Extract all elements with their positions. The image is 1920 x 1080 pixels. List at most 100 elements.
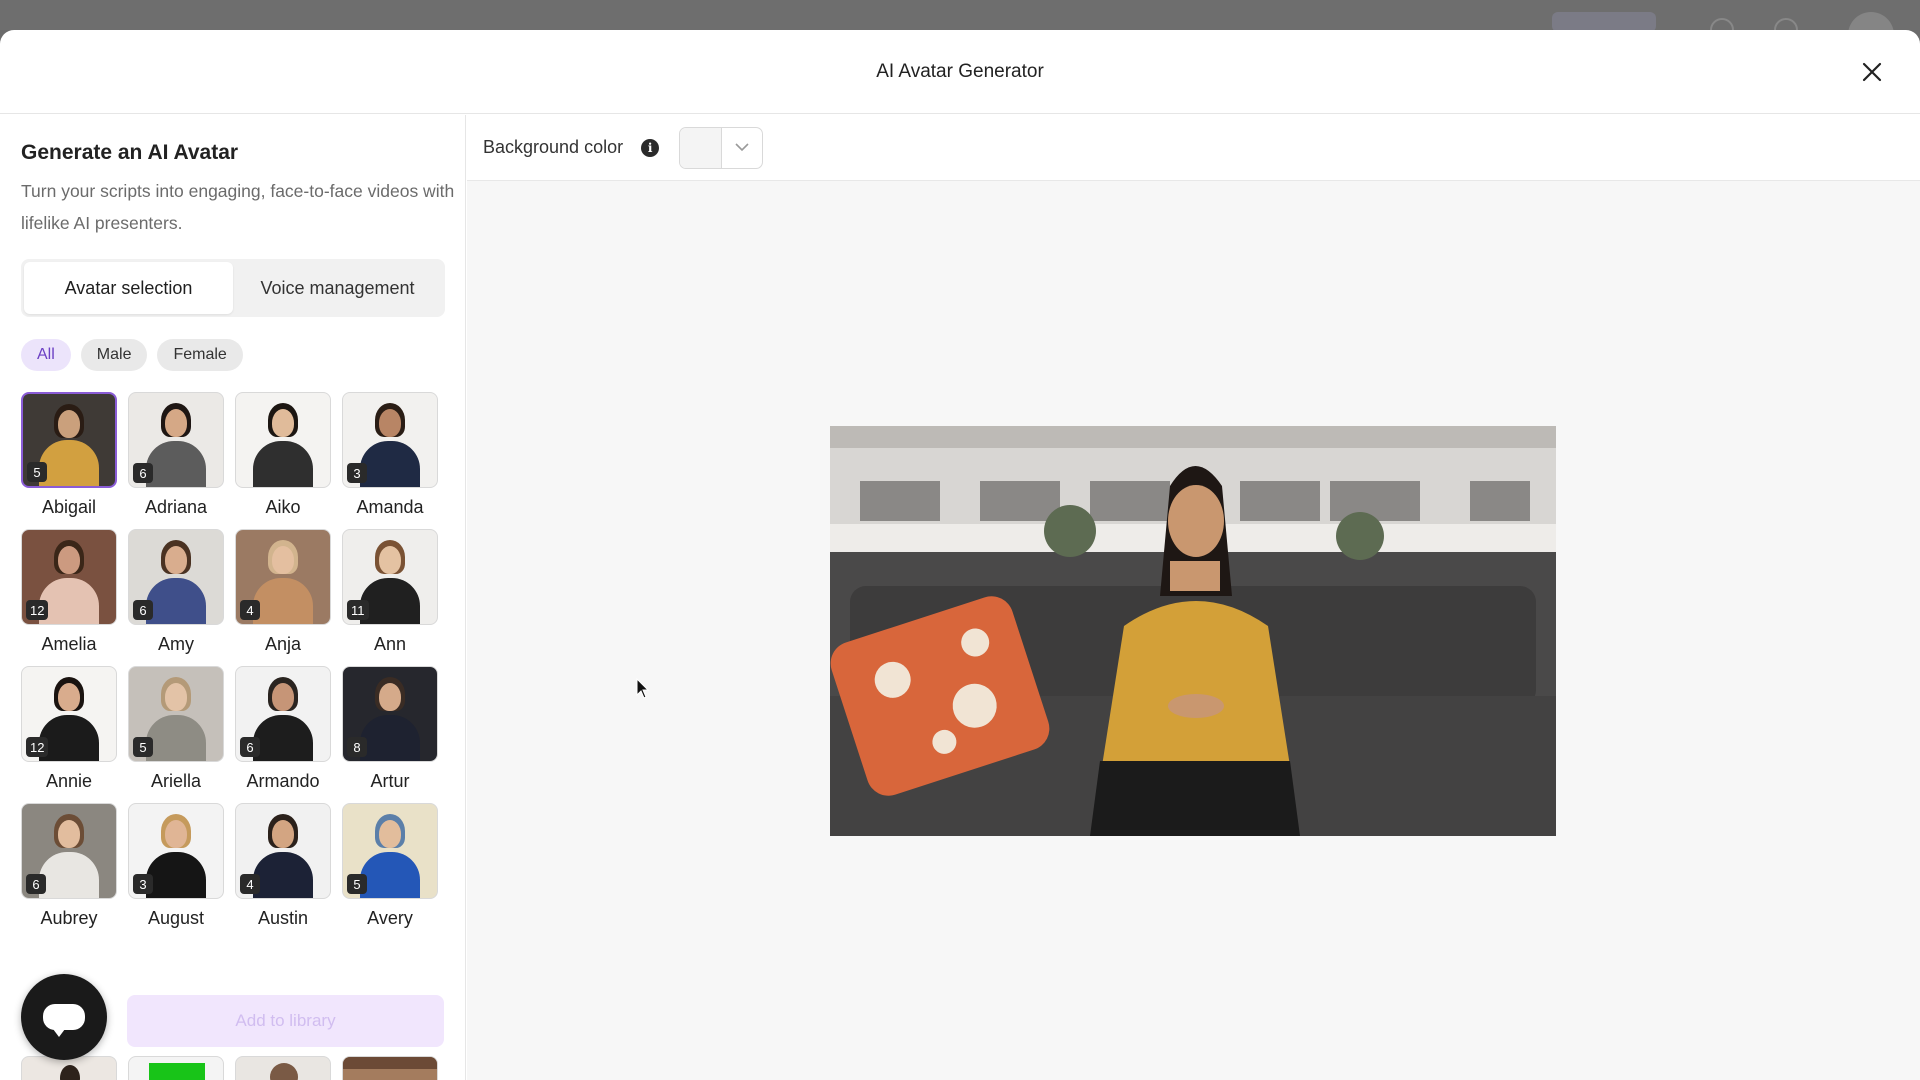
add-to-library-button[interactable]: Add to library bbox=[127, 995, 444, 1047]
avatar-card-amelia[interactable]: 12 Amelia bbox=[21, 529, 117, 666]
avatar-thumbnail: 5 bbox=[342, 803, 438, 899]
chevron-down-icon bbox=[722, 128, 762, 168]
avatar-head bbox=[58, 683, 80, 711]
preview-toolbar: Background color i bbox=[467, 115, 1920, 181]
avatar-card-armando[interactable]: 6 Armando bbox=[235, 666, 331, 803]
avatar-card-aiko[interactable]: Aiko bbox=[235, 392, 331, 529]
avatar-thumbnail[interactable] bbox=[128, 1056, 224, 1080]
avatar-card-adriana[interactable]: 6 Adriana bbox=[128, 392, 224, 529]
chat-support-button[interactable] bbox=[21, 974, 107, 1060]
avatar-head bbox=[379, 820, 401, 848]
avatar-head bbox=[165, 820, 187, 848]
variant-count-badge: 4 bbox=[240, 874, 260, 894]
background-color-label: Background color bbox=[483, 137, 624, 157]
avatar-thumbnail: 3 bbox=[342, 392, 438, 488]
avatar-card-amy[interactable]: 6 Amy bbox=[128, 529, 224, 666]
avatar-body bbox=[39, 852, 99, 898]
avatar-head bbox=[272, 546, 294, 574]
avatar-thumbnail: 11 bbox=[342, 529, 438, 625]
avatar-card-artur[interactable]: 8 Artur bbox=[342, 666, 438, 803]
app-backdrop bbox=[0, 0, 1920, 58]
avatar-preview-image bbox=[830, 426, 1556, 836]
variant-count-badge: 5 bbox=[347, 874, 367, 894]
avatar-name: Amy bbox=[158, 634, 194, 654]
avatar-card-ann[interactable]: 11 Ann bbox=[342, 529, 438, 666]
avatar-name: Artur bbox=[370, 771, 410, 791]
preview-panel: Background color i bbox=[467, 115, 1920, 1080]
avatar-card-austin[interactable]: 4 Austin bbox=[235, 803, 331, 940]
avatar-card-aubrey[interactable]: 6 Aubrey bbox=[21, 803, 117, 940]
avatar-thumbnail: 8 bbox=[342, 666, 438, 762]
variant-count-badge: 3 bbox=[133, 874, 153, 894]
avatar-thumbnail: 12 bbox=[21, 529, 117, 625]
avatar-head bbox=[58, 820, 80, 848]
avatar-name: Austin bbox=[257, 908, 309, 928]
variant-count-badge: 8 bbox=[347, 737, 367, 757]
avatar-body bbox=[360, 578, 420, 624]
variant-count-badge: 6 bbox=[240, 737, 260, 757]
variant-count-badge: 12 bbox=[26, 737, 49, 757]
avatar-name: Adriana bbox=[144, 497, 208, 517]
filter-chip-male[interactable]: Male bbox=[80, 339, 148, 371]
avatar-name: Annie bbox=[45, 771, 93, 791]
mouse-cursor-icon bbox=[636, 678, 650, 699]
avatar-card-amanda[interactable]: 3 Amanda bbox=[342, 392, 438, 529]
avatar-name: Aubrey bbox=[40, 908, 98, 928]
info-icon[interactable]: i bbox=[641, 138, 660, 157]
avatar-card-anja[interactable]: 4 Anja bbox=[235, 529, 331, 666]
avatar-card-ariella[interactable]: 5 Ariella bbox=[128, 666, 224, 803]
avatar-head bbox=[165, 546, 187, 574]
avatar-body bbox=[39, 578, 99, 624]
close-icon[interactable] bbox=[1858, 58, 1886, 86]
variant-count-badge: 5 bbox=[133, 737, 153, 757]
chat-icon bbox=[43, 1004, 85, 1037]
avatar-body bbox=[39, 440, 99, 486]
avatar-body bbox=[360, 852, 420, 898]
avatar-name: Abigail bbox=[41, 497, 97, 517]
variant-count-badge: 4 bbox=[240, 600, 260, 620]
avatar-head bbox=[272, 820, 294, 848]
variant-count-badge: 6 bbox=[26, 874, 46, 894]
sidebar-description: Turn your scripts into engaging, face-to… bbox=[21, 181, 455, 233]
avatar-body bbox=[39, 715, 99, 761]
avatar-thumbnail[interactable] bbox=[342, 1056, 438, 1080]
avatar-card-annie[interactable]: 12 Annie bbox=[21, 666, 117, 803]
avatar-thumbnail: 4 bbox=[235, 803, 331, 899]
modal-header: AI Avatar Generator bbox=[0, 30, 1920, 114]
variant-count-badge: 5 bbox=[27, 462, 47, 482]
avatar-thumbnail bbox=[235, 392, 331, 488]
avatar-head bbox=[272, 409, 294, 437]
avatar-body bbox=[146, 715, 206, 761]
filter-chip-female[interactable]: Female bbox=[157, 339, 243, 371]
filter-chip-all[interactable]: All bbox=[21, 339, 71, 371]
avatar-name: August bbox=[147, 908, 205, 928]
tab-avatar-selection[interactable]: Avatar selection bbox=[24, 262, 233, 314]
avatar-thumbnail: 6 bbox=[128, 529, 224, 625]
avatar-thumbnail: 6 bbox=[128, 392, 224, 488]
avatar-head bbox=[58, 546, 80, 574]
color-swatch bbox=[680, 127, 723, 168]
avatar-thumbnail: 5 bbox=[21, 392, 117, 488]
avatar-head bbox=[379, 683, 401, 711]
avatar-thumbnail[interactable] bbox=[235, 1056, 331, 1080]
avatar-thumbnail: 6 bbox=[21, 803, 117, 899]
avatar-card-abigail[interactable]: 5 Abigail bbox=[21, 392, 117, 529]
avatar-grid: 5 Abigail 6 Adriana Aiko 3 Amanda 12 Amelia 6 Amy 4… bbox=[21, 392, 451, 940]
avatar-body bbox=[253, 715, 313, 761]
avatar-thumbnail: 6 bbox=[235, 666, 331, 762]
avatar-head bbox=[379, 409, 401, 437]
avatar-card-august[interactable]: 3 August bbox=[128, 803, 224, 940]
avatar-card-avery[interactable]: 5 Avery bbox=[342, 803, 438, 940]
tab-group: Avatar selection Voice management bbox=[21, 259, 445, 317]
avatar-head bbox=[272, 683, 294, 711]
gender-filters: All Male Female bbox=[21, 339, 243, 371]
avatar-body bbox=[146, 441, 206, 487]
backdrop-button bbox=[1552, 12, 1656, 32]
avatar-name: Ann bbox=[373, 634, 407, 654]
avatar-grid-partial-row bbox=[21, 1056, 438, 1080]
background-color-select[interactable] bbox=[679, 126, 764, 169]
avatar-thumbnail: 12 bbox=[21, 666, 117, 762]
avatar-body bbox=[253, 578, 313, 624]
tab-voice-management[interactable]: Voice management bbox=[233, 262, 442, 314]
avatar-name: Armando bbox=[246, 771, 320, 791]
